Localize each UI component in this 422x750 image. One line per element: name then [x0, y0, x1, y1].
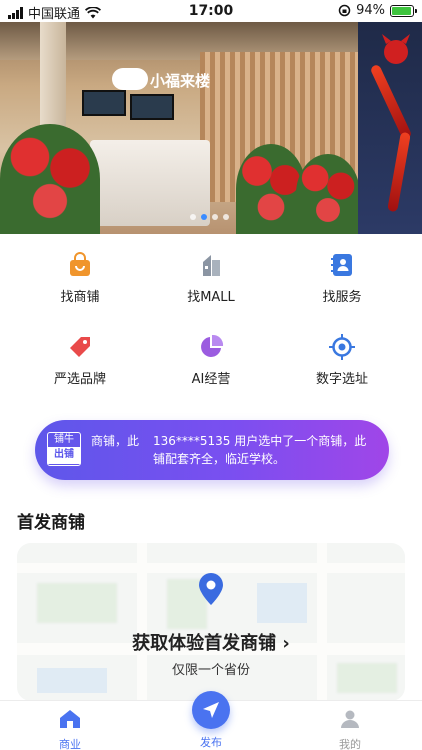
notice-badge: 铺牛 出铺	[47, 432, 81, 466]
home-icon	[60, 710, 80, 728]
category-brand[interactable]: 严选品牌	[10, 332, 150, 387]
category-digital-site[interactable]: 数字选址	[272, 332, 412, 387]
carousel-indicator[interactable]	[190, 214, 229, 220]
category-find-shop[interactable]: 找商铺	[10, 250, 150, 305]
menu-screen	[130, 94, 174, 120]
contact-book-icon	[327, 250, 357, 280]
store-sign: 小福来楼	[150, 72, 211, 90]
category-label: 找商铺	[60, 290, 100, 305]
pie-chart-icon	[196, 332, 226, 362]
card-subtitle: 仅限一个省份	[171, 663, 250, 678]
chili-icon	[387, 131, 411, 213]
store-logo-icon	[112, 68, 148, 90]
carousel-dot-active[interactable]	[201, 214, 207, 220]
orientation-lock-icon	[338, 4, 351, 17]
publish-button[interactable]	[192, 691, 230, 729]
bottom-nav: 商业 发布 我的	[0, 691, 422, 750]
category-find-mall[interactable]: 找MALL	[141, 250, 281, 305]
category-ai-operation[interactable]: AI经营	[141, 332, 281, 387]
nav-item-mine[interactable]: 我的	[320, 709, 380, 750]
flower-basket	[0, 124, 100, 234]
user-icon	[341, 710, 359, 728]
building-icon	[196, 250, 226, 280]
send-icon	[203, 702, 219, 718]
notice-text: 136****5135 用户选中了一个商铺，此铺配套齐全，临近学校。	[153, 434, 367, 466]
first-shop-card[interactable]: 获取体验首发商铺 › 仅限一个省份	[17, 543, 405, 701]
banner-carousel[interactable]: 小福来楼	[0, 22, 422, 234]
banner-next-slide	[358, 22, 422, 234]
card-title-text: 获取体验首发商铺	[132, 633, 277, 654]
carousel-dot[interactable]	[223, 214, 229, 220]
status-right: 94%	[338, 3, 417, 18]
battery-percent: 94%	[356, 3, 385, 18]
nav-label: 我的	[339, 738, 361, 750]
notice-prefix: 商铺，此	[91, 434, 140, 448]
tag-icon	[65, 332, 95, 362]
category-label: 找服务	[322, 290, 362, 305]
category-find-service[interactable]: 找服务	[272, 250, 412, 305]
status-bar: 中国联通 17:00 94%	[0, 0, 422, 22]
shopping-bag-icon	[65, 250, 95, 280]
chevron-right-icon: ›	[282, 633, 290, 654]
nav-label-publish[interactable]: 发布	[182, 734, 240, 750]
card-title: 获取体验首发商铺 ›	[17, 629, 405, 655]
category-label: 数字选址	[315, 372, 368, 387]
nav-label: 商业	[59, 738, 81, 750]
target-icon	[327, 332, 357, 362]
chili-icon	[369, 63, 413, 141]
devil-icon	[382, 34, 410, 64]
carousel-dot[interactable]	[190, 214, 196, 220]
flower-basket	[296, 154, 360, 234]
section-title: 首发商铺	[17, 513, 85, 533]
carousel-dot[interactable]	[212, 214, 218, 220]
category-label: AI经营	[191, 372, 231, 387]
category-label: 严选品牌	[53, 372, 106, 387]
notice-bar[interactable]: 铺牛 出铺 商铺，此 136****5135 用户选中了一个商铺，此铺配套齐全，…	[35, 420, 389, 480]
badge-bottom: 出铺	[48, 447, 80, 464]
badge-top: 铺牛	[54, 434, 74, 445]
category-label: 找MALL	[187, 290, 235, 305]
battery-icon	[390, 4, 417, 17]
menu-screen	[82, 90, 126, 116]
nav-item-business[interactable]: 商业	[40, 709, 100, 750]
location-pin-icon	[199, 573, 223, 605]
